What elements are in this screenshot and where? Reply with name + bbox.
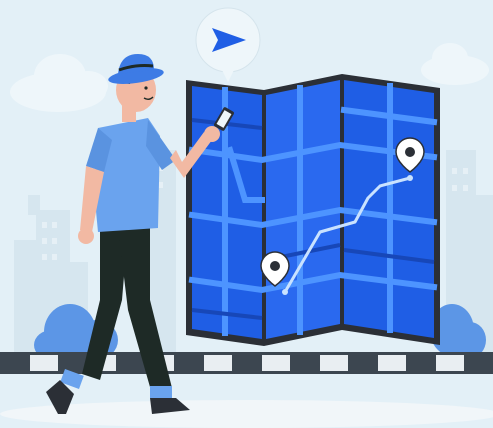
hand-left xyxy=(78,228,94,244)
route-end-dot xyxy=(407,175,413,181)
route-start-dot xyxy=(282,289,288,295)
hand-right xyxy=(204,126,220,142)
sock-right xyxy=(150,386,172,398)
fence xyxy=(0,352,493,374)
ground-shadow xyxy=(0,400,493,428)
map-navigation-illustration xyxy=(0,0,493,428)
eye xyxy=(144,86,148,90)
illustration-canvas xyxy=(0,0,493,428)
